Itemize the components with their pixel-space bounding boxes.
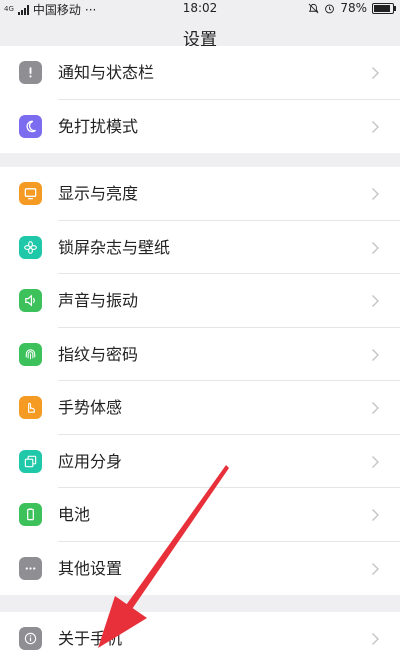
settings-item-gestures[interactable]: 手势体感 xyxy=(0,381,400,435)
speaker-icon xyxy=(19,289,42,312)
chevron-right-icon xyxy=(372,241,379,254)
settings-item-label: 关于手机 xyxy=(58,629,123,648)
settings-group-1: 通知与状态栏 免打扰模式 xyxy=(0,46,400,153)
settings-item-label: 其他设置 xyxy=(58,558,123,578)
settings-item-label: 免打扰模式 xyxy=(58,116,139,136)
settings-item-fingerprint-password[interactable]: 指纹与密码 xyxy=(0,328,400,381)
status-bar: 4G 中国移动 ··· 18:02 78% xyxy=(0,0,400,17)
display-icon xyxy=(19,182,42,205)
chevron-right-icon xyxy=(372,402,379,414)
status-right: 78% xyxy=(308,1,396,15)
settings-item-label: 电池 xyxy=(58,505,91,524)
battery-percent: 78% xyxy=(340,1,367,15)
settings-group-2: 显示与亮度 锁屏杂志与壁纸 声音与振动 指纹与密码 手势体感 应用分身 电池 其… xyxy=(0,167,400,595)
moon-icon xyxy=(19,114,42,138)
battery-icon xyxy=(19,503,42,526)
flower-icon xyxy=(19,235,42,259)
settings-item-other[interactable]: 其他设置 xyxy=(0,542,400,596)
chevron-right-icon xyxy=(372,455,379,468)
chevron-right-icon xyxy=(372,509,379,521)
settings-item-do-not-disturb[interactable]: 免打扰模式 xyxy=(0,100,400,154)
fingerprint-icon xyxy=(19,342,42,366)
settings-item-label: 声音与振动 xyxy=(58,291,139,310)
settings-item-display-brightness[interactable]: 显示与亮度 xyxy=(0,167,400,221)
more-icon xyxy=(19,556,42,580)
chevron-right-icon xyxy=(372,562,379,575)
settings-item-label: 通知与状态栏 xyxy=(58,63,155,82)
settings-item-label: 显示与亮度 xyxy=(58,184,139,203)
settings-group-3: 关于手机 xyxy=(0,612,400,665)
battery-indicator-icon xyxy=(372,2,396,14)
settings-item-battery[interactable]: 电池 xyxy=(0,488,400,542)
settings-item-about-phone[interactable]: 关于手机 xyxy=(0,612,400,665)
clone-icon xyxy=(19,449,42,473)
chevron-right-icon xyxy=(372,67,379,79)
settings-item-label: 手势体感 xyxy=(58,398,123,417)
settings-screen: 4G 中国移动 ··· 18:02 78% 设置 通知与状态栏 免打扰模式 显示… xyxy=(0,0,400,665)
info-icon xyxy=(19,627,42,650)
settings-item-lockscreen-wallpaper[interactable]: 锁屏杂志与壁纸 xyxy=(0,221,400,274)
notification-icon xyxy=(19,61,42,84)
settings-item-app-clone[interactable]: 应用分身 xyxy=(0,435,400,488)
alarm-icon xyxy=(325,4,335,13)
settings-item-label: 指纹与密码 xyxy=(58,344,139,364)
chevron-right-icon xyxy=(372,120,379,133)
gesture-icon xyxy=(19,396,42,419)
settings-item-sound-vibration[interactable]: 声音与振动 xyxy=(0,274,400,328)
chevron-right-icon xyxy=(372,188,379,200)
settings-item-label: 锁屏杂志与壁纸 xyxy=(58,237,171,257)
settings-item-label: 应用分身 xyxy=(58,451,123,471)
chevron-right-icon xyxy=(372,633,379,645)
chevron-right-icon xyxy=(372,348,379,361)
chevron-right-icon xyxy=(372,295,379,307)
settings-item-notifications[interactable]: 通知与状态栏 xyxy=(0,46,400,100)
silent-bell-icon xyxy=(308,3,319,13)
